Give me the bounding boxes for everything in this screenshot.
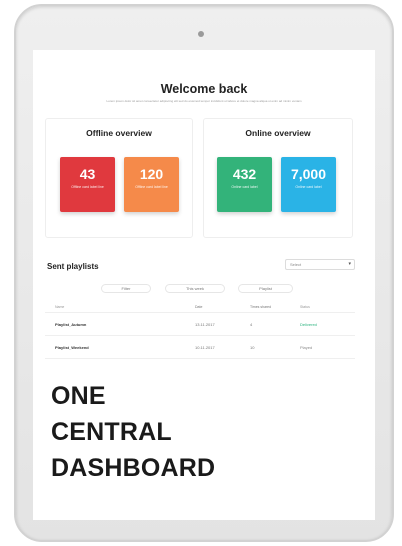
- row-shared: 10: [250, 345, 255, 350]
- table-header: Name Date Times shared Status: [45, 302, 355, 313]
- row-date: 10.11.2017: [195, 345, 215, 350]
- sent-playlists-title: Sent playlists: [47, 262, 99, 271]
- online-card-1-label: Online card label: [231, 185, 258, 189]
- offline-card-1-value: 43: [79, 166, 96, 182]
- online-card-1-value: 432: [232, 166, 257, 182]
- online-card-1[interactable]: 432 Online card label: [217, 157, 272, 212]
- front-camera-icon: [198, 31, 204, 37]
- headline-line-2: CENTRAL: [51, 418, 172, 446]
- offline-overview-title: Offline overview: [86, 128, 152, 138]
- chevron-down-icon: ▾: [348, 261, 351, 267]
- sent-playlists-select[interactable]: Select ▾: [285, 259, 355, 270]
- row-name: Playlist_Autumn: [55, 322, 87, 327]
- row-date: 13.11.2017: [195, 322, 215, 327]
- row-status: Played: [300, 345, 313, 350]
- column-header-name[interactable]: Name: [55, 305, 64, 309]
- offline-card-1[interactable]: 43 Offline card label line: [60, 157, 115, 212]
- column-header-status[interactable]: Status: [300, 305, 310, 309]
- welcome-title: Welcome back: [160, 82, 248, 96]
- headline-line-1: ONE: [51, 382, 106, 410]
- sent-select-value: Select: [290, 262, 302, 267]
- row-name: Playlist_Weekend: [55, 345, 89, 350]
- online-overview-title: Online overview: [245, 128, 311, 138]
- offline-overview-panel: Offline overview 43 Offline card label l…: [45, 118, 193, 238]
- sent-playlists-table: Name Date Times shared Status Playlist_A…: [45, 302, 355, 359]
- offline-card-2-value: 120: [139, 166, 164, 182]
- filter-chip-2[interactable]: This week: [165, 284, 225, 293]
- column-header-date[interactable]: Date: [195, 305, 202, 309]
- online-card-2-value: 7,000: [290, 166, 327, 182]
- row-status: Delivered: [300, 322, 317, 327]
- offline-card-2-label: Offline card label line: [135, 185, 168, 189]
- offline-card-1-label: Offline card label line: [71, 185, 104, 189]
- table-row[interactable]: Playlist_Weekend 10.11.2017 10 Played: [45, 336, 355, 359]
- welcome-subtitle: Lorem ipsum dolor sit amet consectetur a…: [106, 99, 302, 103]
- offline-card-2[interactable]: 120 Offline card label line: [124, 157, 179, 212]
- online-card-2-label: Online card label: [295, 185, 322, 189]
- column-header-shared[interactable]: Times shared: [250, 305, 271, 309]
- headline-line-3: DASHBOARD: [51, 454, 216, 482]
- table-row[interactable]: Playlist_Autumn 13.11.2017 4 Delivered: [45, 313, 355, 336]
- online-card-2[interactable]: 7,000 Online card label: [281, 157, 336, 212]
- tablet-screen: Welcome back Lorem ipsum dolor sit amet …: [33, 50, 375, 520]
- row-shared: 4: [250, 322, 253, 327]
- filter-chip-1[interactable]: Filter: [101, 284, 151, 293]
- filter-chip-3[interactable]: Playlist: [238, 284, 293, 293]
- online-overview-panel: Online overview 432 Online card label 7,…: [203, 118, 353, 238]
